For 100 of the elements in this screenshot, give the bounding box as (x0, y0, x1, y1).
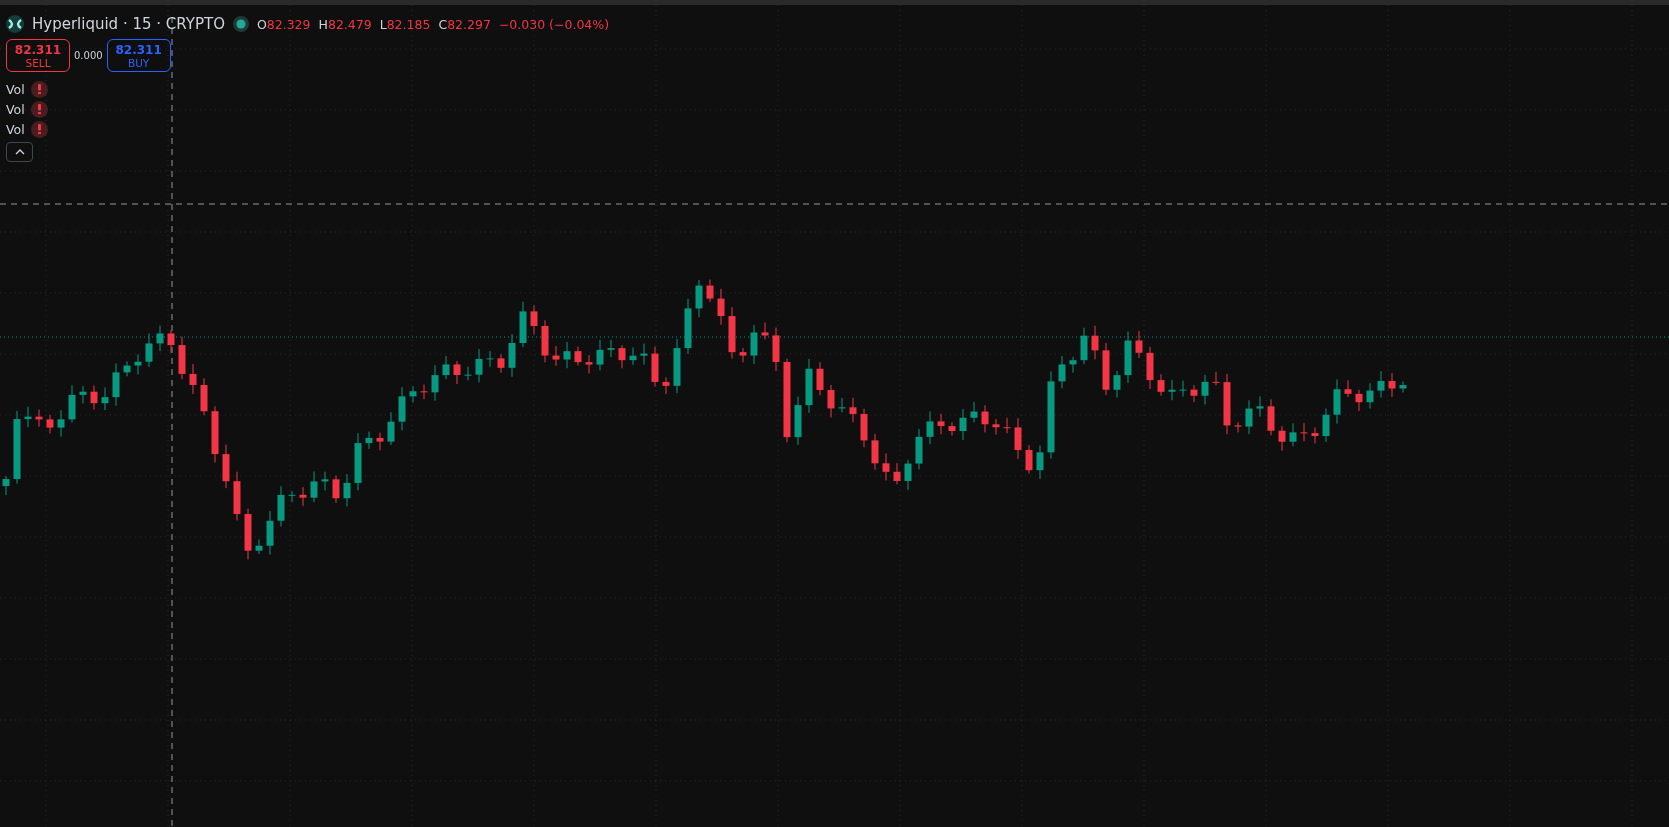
error-icon[interactable] (30, 80, 48, 98)
candle (431, 364, 439, 402)
candle (420, 384, 428, 400)
candle (981, 404, 989, 433)
candle (79, 385, 87, 405)
candle (519, 301, 527, 348)
candle (453, 360, 461, 385)
candle (1234, 421, 1242, 433)
candle (728, 306, 736, 359)
candle (1311, 427, 1319, 444)
candle (1025, 444, 1033, 474)
candle (541, 319, 549, 363)
candle (1212, 371, 1220, 386)
candle (288, 490, 296, 503)
candle (123, 360, 131, 377)
candle (1179, 380, 1187, 398)
candle (1201, 374, 1209, 405)
candle (255, 538, 263, 555)
candle (332, 475, 340, 504)
candle (695, 279, 703, 318)
candle (1278, 425, 1286, 452)
candle (992, 418, 1000, 436)
error-icon[interactable] (30, 120, 48, 138)
candle (310, 470, 318, 503)
candle (464, 366, 472, 381)
candle (1344, 379, 1352, 398)
candle (200, 377, 208, 416)
candle (1091, 325, 1099, 360)
candle (343, 473, 351, 507)
candle (1146, 346, 1154, 390)
candle (970, 401, 978, 423)
candle (1399, 381, 1407, 393)
error-icon[interactable] (30, 100, 48, 118)
candle (112, 362, 120, 407)
candle (167, 329, 175, 354)
candle (596, 339, 604, 371)
candle (827, 384, 835, 418)
collapse-legend-button[interactable] (6, 142, 33, 162)
candle (398, 386, 406, 431)
candle (948, 421, 956, 437)
candle (145, 332, 153, 368)
candle (717, 288, 725, 326)
candle (442, 355, 450, 380)
candle (57, 409, 65, 437)
candle (761, 321, 769, 340)
candle (1366, 382, 1374, 410)
candle (178, 336, 186, 380)
candle (365, 431, 373, 450)
candle (101, 386, 109, 411)
candle (222, 444, 230, 489)
candle (706, 279, 714, 303)
candle (959, 408, 967, 441)
candle (1377, 370, 1385, 398)
candle (1388, 372, 1396, 398)
candle (618, 344, 626, 369)
candle (1289, 422, 1297, 447)
candle (1157, 373, 1165, 397)
symbol-title: Hyperliquid · 15 · CRYPTO (32, 15, 225, 33)
candle (1333, 379, 1341, 425)
candle (46, 414, 54, 434)
candle (530, 304, 538, 335)
candle (926, 410, 934, 445)
indicator-name: Vol (6, 81, 25, 97)
candle (794, 396, 802, 446)
candle (1036, 445, 1044, 480)
candle (134, 353, 142, 375)
buy-button[interactable]: 82.311 BUY (106, 39, 171, 72)
sell-button[interactable]: 82.311 SELL (6, 39, 70, 72)
candle (354, 432, 362, 491)
candle (816, 361, 824, 396)
candle (662, 376, 670, 395)
ohlc-value: H82.479 (318, 16, 372, 32)
candle (1245, 399, 1253, 435)
candle (893, 462, 901, 485)
candle (871, 433, 879, 471)
candle (1080, 327, 1088, 365)
chevron-up-icon (14, 149, 25, 155)
candle (1135, 330, 1143, 359)
candle (1003, 417, 1011, 434)
candle (838, 397, 846, 413)
candle (321, 471, 329, 491)
candle (860, 408, 868, 448)
candle (1168, 379, 1176, 401)
candle (189, 363, 197, 395)
candle (882, 452, 890, 481)
candle (376, 432, 384, 451)
candle (1113, 370, 1121, 399)
candle (1124, 331, 1132, 384)
candle (750, 324, 758, 365)
candle (1355, 389, 1363, 412)
indicator-name: Vol (6, 121, 25, 137)
candle (805, 358, 813, 414)
candle (849, 397, 857, 423)
candle (508, 333, 516, 378)
candle (486, 350, 494, 368)
candle (1256, 395, 1264, 418)
candle (563, 341, 571, 369)
candle (607, 339, 615, 358)
candle (574, 346, 582, 366)
candle (475, 348, 483, 383)
